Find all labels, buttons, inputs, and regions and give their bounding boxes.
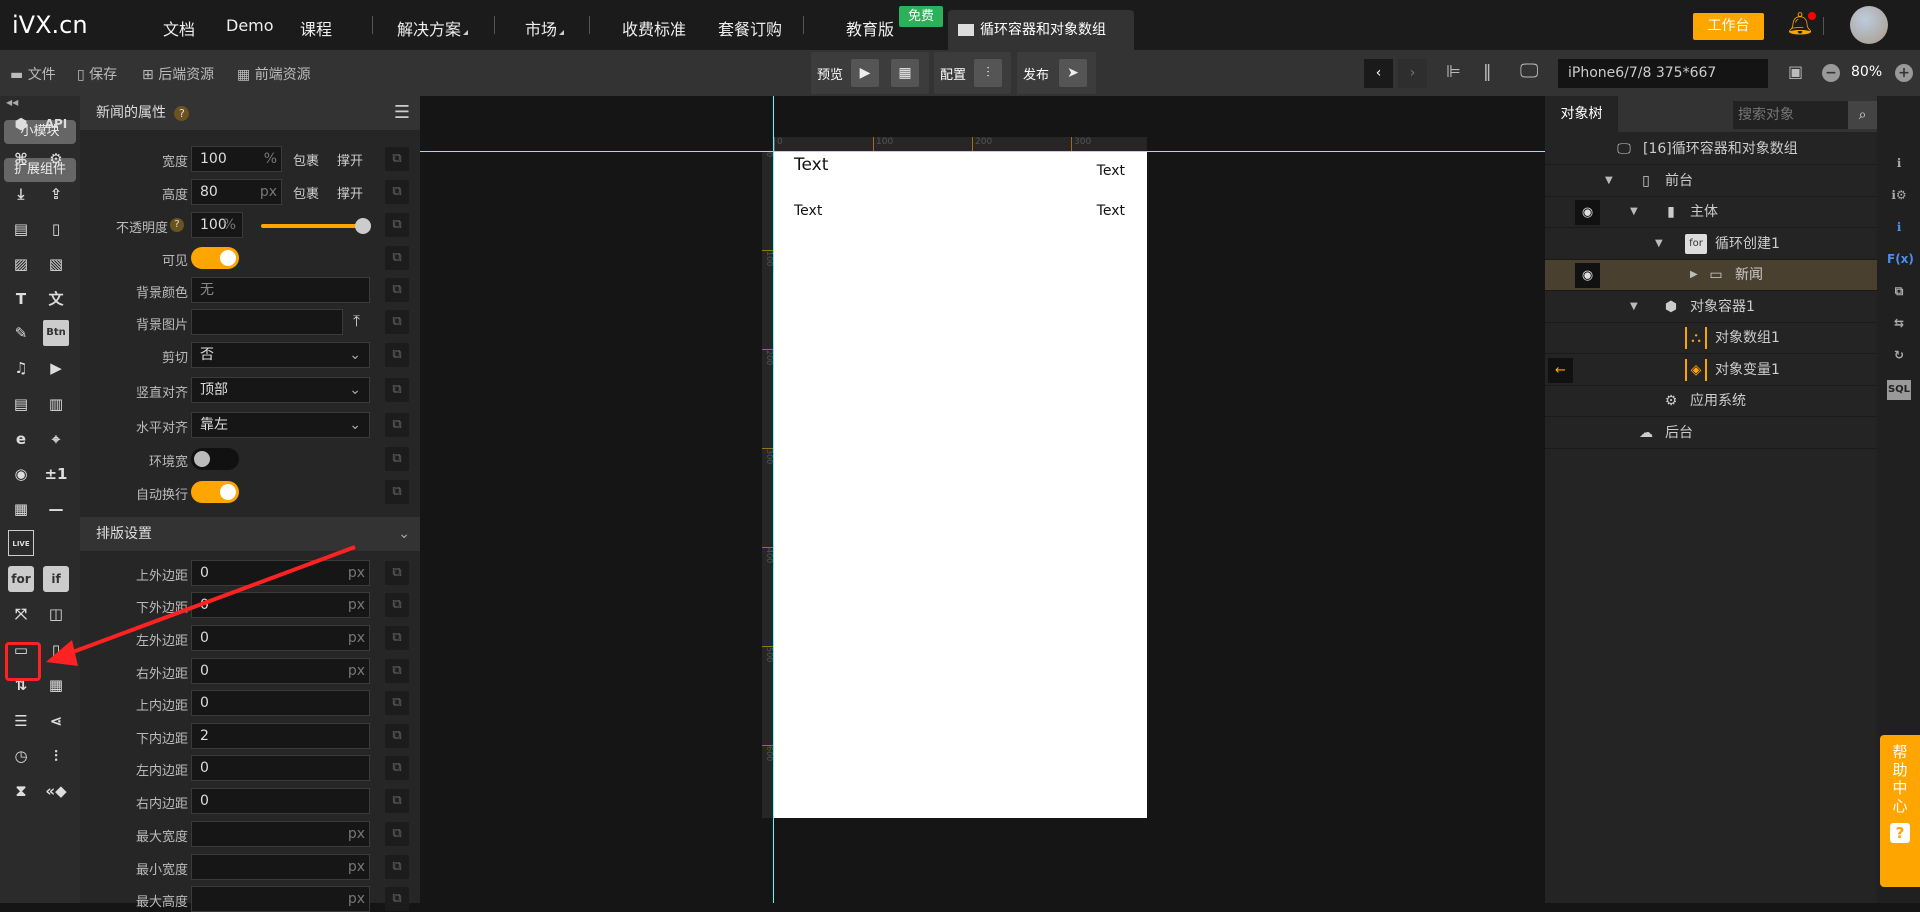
- help-center-button[interactable]: 帮助中心 ?: [1880, 735, 1920, 887]
- tree-node-label: 循环创建1: [1715, 235, 1780, 252]
- tree-node[interactable]: ⚙ 应用系统: [1545, 386, 1877, 417]
- body-icon: ▮: [1667, 204, 1675, 220]
- object-array-icon: ⛬: [1685, 327, 1707, 349]
- tree-node-label: 对象数组1: [1715, 330, 1780, 346]
- swap-icon[interactable]: ⇆: [1887, 316, 1911, 336]
- tree-node-label: 前台: [1665, 172, 1693, 189]
- tree-node[interactable]: 🖵︎ [16]循环容器和对象数组: [1545, 134, 1877, 165]
- object-tree-panel: 对象树 ⌕ 🖵︎[16]循环容器和对象数组▼▯前台◉▼▮主体▼for循环创建1◉…: [1545, 96, 1877, 903]
- info-icon[interactable]: ℹ: [1887, 156, 1911, 176]
- tree-node[interactable]: ▼ for 循环创建1: [1545, 229, 1877, 260]
- help-center-label: 帮助中心: [1892, 743, 1908, 815]
- tree-node[interactable]: ▼ ▯ 前台: [1545, 166, 1877, 197]
- function-icon[interactable]: F(x): [1887, 252, 1914, 272]
- object-variable-icon: ◈: [1685, 358, 1707, 381]
- tree-node[interactable]: ← ◈ 对象变量1: [1545, 355, 1877, 386]
- tree-node[interactable]: ▼ ⬢ 对象容器1: [1545, 292, 1877, 323]
- gear-icon: ⚙: [1664, 393, 1678, 409]
- arrow-shaft: [61, 545, 356, 658]
- arrow-head: [46, 640, 78, 666]
- row-icon: ▭: [1709, 267, 1723, 283]
- for-icon: for: [1685, 233, 1707, 254]
- tree-node-label: [16]循环容器和对象数组: [1643, 141, 1798, 157]
- refresh-info-icon[interactable]: ↻: [1887, 348, 1911, 368]
- tree-header: 对象树 ⌕: [1545, 96, 1877, 132]
- info-settings-icon[interactable]: ℹ⚙: [1887, 188, 1911, 208]
- tree-node-label: 对象容器1: [1690, 298, 1755, 315]
- expand-triangle-icon[interactable]: ▼: [1630, 197, 1638, 227]
- sql-icon[interactable]: SQL: [1887, 380, 1911, 400]
- expand-triangle-icon[interactable]: ▼: [1655, 229, 1663, 259]
- box-icon: ⬢: [1664, 298, 1678, 315]
- right-tool-strip: ℹ ℹ⚙ ℹ F(x) ⧉ ⇆ ↻ SQL 帮助中心 ?: [1877, 96, 1920, 903]
- copy-info-icon[interactable]: ⧉: [1887, 284, 1911, 304]
- tree-node[interactable]: ⛬ 对象数组1: [1545, 323, 1877, 354]
- question-icon: ?: [1890, 823, 1910, 843]
- app-icon: 🖵︎: [1617, 141, 1631, 157]
- tree-node[interactable]: ☁ 后台: [1545, 418, 1877, 449]
- phone-icon: ▯: [1642, 172, 1650, 189]
- tree-node-label: 对象变量1: [1715, 361, 1780, 378]
- server-icon: ☁: [1639, 424, 1653, 441]
- arrow-left-icon[interactable]: ←: [1548, 357, 1573, 383]
- tree-node-label: 应用系统: [1690, 393, 1746, 409]
- expand-triangle-icon[interactable]: ▼: [1630, 292, 1638, 322]
- tree-node-label: 后台: [1665, 424, 1693, 441]
- messages-icon[interactable]: ℹ: [1887, 220, 1911, 240]
- eye-icon[interactable]: ◉: [1575, 200, 1600, 225]
- tree-node-label: 主体: [1690, 204, 1718, 220]
- tree-node[interactable]: ◉ ▼ ▮ 主体: [1545, 197, 1877, 228]
- eye-icon[interactable]: ◉: [1575, 263, 1600, 288]
- expand-triangle-icon[interactable]: ▶: [1690, 260, 1698, 290]
- tab-object-tree[interactable]: 对象树: [1545, 96, 1618, 132]
- search-icon[interactable]: ⌕: [1848, 101, 1877, 129]
- tree-node-label: 新闻: [1735, 267, 1763, 283]
- tree-node[interactable]: ◉ ▶ ▭ 新闻: [1545, 260, 1877, 291]
- expand-triangle-icon[interactable]: ▼: [1605, 166, 1613, 196]
